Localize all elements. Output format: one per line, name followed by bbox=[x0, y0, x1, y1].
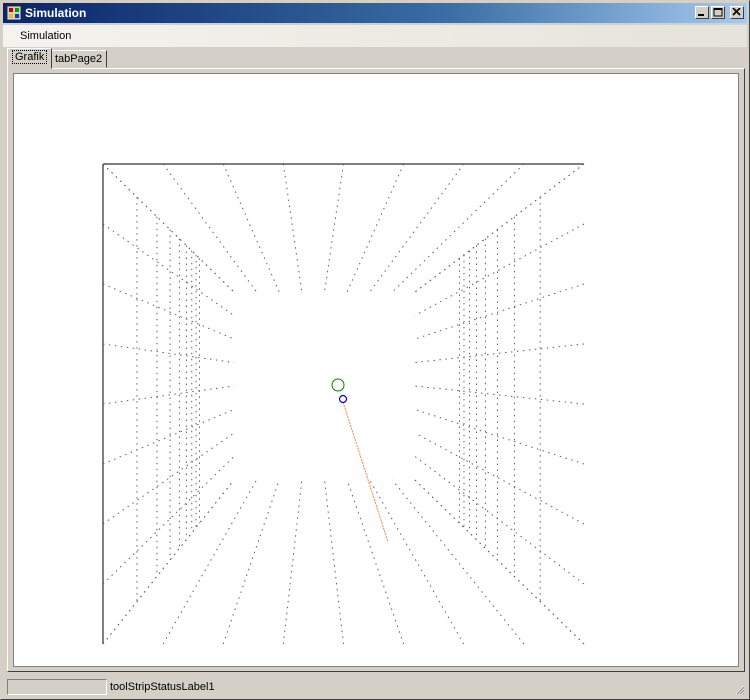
right-wall-grid-line bbox=[414, 479, 585, 645]
ceiling-grid-line bbox=[162, 163, 258, 293]
ceiling-grid-line bbox=[324, 163, 344, 293]
status-label: toolStripStatusLabel1 bbox=[110, 681, 215, 693]
right-wall-grid-line bbox=[414, 283, 585, 340]
ball-trail bbox=[342, 401, 389, 543]
window-title: Simulation bbox=[25, 6, 87, 20]
maximize-button[interactable] bbox=[711, 6, 725, 19]
app-icon[interactable] bbox=[6, 5, 22, 21]
ceiling-grid-line bbox=[282, 163, 303, 293]
right-wall-grid-line bbox=[414, 409, 585, 465]
tab-tabpage2-label: tabPage2 bbox=[55, 53, 103, 65]
left-wall-grid-line bbox=[102, 456, 235, 585]
right-wall-grid-line bbox=[414, 343, 585, 363]
simulation-canvas[interactable] bbox=[13, 73, 739, 667]
ceiling-grid-line bbox=[369, 163, 465, 293]
menu-simulation[interactable]: Simulation bbox=[15, 29, 76, 43]
left-wall-grid-line bbox=[102, 432, 235, 525]
close-button[interactable] bbox=[730, 6, 744, 19]
close-icon bbox=[732, 8, 741, 16]
main-window: Simulation Simulation Grafik tabPage2 to… bbox=[0, 0, 750, 700]
left-wall-grid-line bbox=[102, 409, 235, 465]
tab-grafik[interactable]: Grafik bbox=[7, 48, 53, 69]
ceiling-grid-line bbox=[222, 163, 280, 293]
left-wall-grid-line bbox=[102, 343, 235, 363]
left-wall-grid-line bbox=[102, 223, 235, 316]
left-wall-grid-line bbox=[102, 283, 235, 340]
floor-grid-line bbox=[369, 479, 465, 645]
ceiling-grid-line bbox=[414, 163, 585, 293]
floor-grid-line bbox=[162, 479, 258, 645]
maximize-icon bbox=[713, 8, 723, 17]
right-wall-grid-line bbox=[414, 456, 585, 585]
tab-grafik-label: Grafik bbox=[12, 50, 48, 64]
tab-strip: Grafik tabPage2 bbox=[5, 48, 745, 70]
ball-shadow-circle bbox=[331, 378, 345, 392]
left-wall-grid-line bbox=[102, 163, 235, 293]
title-bar[interactable]: Simulation bbox=[3, 3, 747, 23]
ball-circle bbox=[338, 394, 348, 404]
left-wall-grid-line bbox=[102, 385, 235, 405]
resize-grip-icon[interactable] bbox=[733, 683, 745, 695]
minimize-button[interactable] bbox=[695, 6, 709, 19]
status-bar: toolStripStatusLabel1 bbox=[3, 677, 747, 697]
tab-panel-grafik bbox=[7, 68, 745, 672]
ceiling-grid-line bbox=[346, 163, 405, 293]
floor-grid-line bbox=[391, 479, 525, 645]
right-wall-grid-line bbox=[414, 432, 585, 525]
floor-grid-line bbox=[414, 479, 585, 645]
ceiling-grid-line bbox=[392, 163, 525, 293]
minimize-icon bbox=[698, 14, 704, 16]
status-progress-bar bbox=[7, 679, 107, 695]
ceiling-grid-line bbox=[102, 163, 235, 293]
floor-grid-line bbox=[324, 479, 344, 645]
simulation-graphic bbox=[102, 163, 585, 645]
floor-grid-line bbox=[282, 479, 303, 645]
right-wall-grid-line bbox=[414, 385, 585, 405]
menu-bar: Simulation bbox=[3, 25, 747, 47]
floor-grid-line bbox=[222, 479, 280, 645]
tab-tabpage2[interactable]: tabPage2 bbox=[50, 50, 108, 68]
right-wall-grid-line bbox=[414, 223, 585, 316]
left-wall-grid-line bbox=[102, 479, 235, 645]
floor-grid-line bbox=[346, 479, 405, 645]
